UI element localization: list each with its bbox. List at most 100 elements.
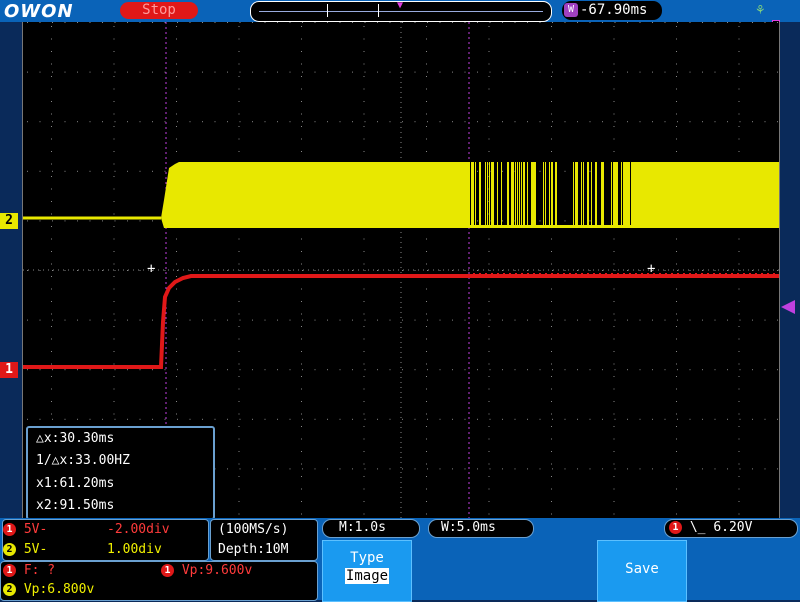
ch2-burst-line: [533, 162, 535, 228]
grid-dot: [652, 418, 653, 420]
grid-dot: [113, 138, 115, 140]
grid-dot: [414, 369, 416, 371]
grid-dot: [552, 270, 553, 271]
grid-dot: [464, 22, 466, 23]
grid-dot: [113, 363, 115, 365]
grid-dot: [613, 363, 615, 365]
grid-dot: [488, 26, 490, 27]
grid-dot: [363, 151, 365, 152]
grid-dot: [551, 401, 552, 402]
ch2-burst-line: [527, 162, 528, 228]
grid-dot: [539, 418, 541, 420]
grid-dot: [652, 121, 653, 123]
grid-dot: [339, 270, 341, 271]
grid-dot: [414, 468, 416, 470]
grid-dot: [652, 22, 653, 23]
grid-dot: [238, 51, 240, 52]
grid-dot: [488, 326, 490, 327]
grid-dot: [551, 288, 552, 290]
grid-dot: [589, 22, 591, 23]
grid-dot: [551, 263, 552, 265]
grid-dot: [488, 63, 490, 65]
grid-dot: [502, 121, 503, 123]
grid-dot: [352, 418, 353, 420]
grid-dot: [152, 418, 153, 420]
grid-dot: [488, 338, 490, 340]
grid-dot: [89, 71, 91, 73]
window-badge: W: [564, 3, 578, 17]
grid-dot: [152, 319, 153, 321]
grid-dot: [488, 438, 490, 440]
grid-dot: [427, 71, 428, 73]
grid-dot: [301, 476, 302, 477]
grid-dot: [426, 26, 427, 27]
grid-dot: [514, 418, 516, 420]
grid-dot: [714, 121, 716, 123]
meas-ch1-icon: 1: [3, 564, 16, 577]
type-menu-button[interactable]: Type Image: [322, 540, 412, 602]
grid-dot: [301, 38, 302, 40]
window-timebase-value: W:5.0ms: [441, 520, 496, 535]
grid-dot: [113, 413, 115, 415]
grid-dot: [488, 151, 490, 152]
grid-dot: [426, 438, 427, 440]
grid-dot: [52, 22, 53, 23]
grid-dot: [301, 376, 302, 377]
ch1-offset: -2.00div: [107, 522, 170, 537]
grid-dot: [377, 71, 378, 73]
ch2-burst-line: [513, 162, 514, 228]
ch1-ground-marker[interactable]: 1: [0, 362, 18, 378]
grid-dot: [764, 270, 766, 271]
grid-dot: [176, 113, 177, 115]
grid-dot: [127, 220, 128, 222]
grid-dot: [551, 426, 552, 427]
grid-dot: [527, 369, 528, 371]
grid-dot: [738, 51, 740, 52]
grid-dot: [363, 76, 365, 77]
grid-dot: [489, 22, 491, 23]
grid-dot: [363, 238, 365, 240]
grid-dot: [676, 376, 677, 377]
ch2-ground-marker[interactable]: 2: [0, 213, 18, 229]
grid-dot: [176, 126, 177, 127]
grid-dot: [502, 319, 503, 321]
grid-dot: [402, 418, 403, 420]
grid-dot: [176, 338, 177, 340]
grid-dot: [127, 71, 128, 73]
grid-dot: [589, 270, 591, 271]
grid-dot: [177, 319, 178, 321]
grid-dot: [363, 88, 365, 90]
grid-dot: [677, 71, 678, 73]
grid-dot: [602, 468, 603, 470]
grid-dot: [227, 369, 228, 371]
grid-dot: [777, 121, 778, 123]
grid-dot: [614, 22, 616, 23]
grid-dot: [176, 288, 177, 290]
grid-dot: [426, 238, 427, 240]
grid-dot: [738, 26, 740, 27]
save-button[interactable]: Save: [597, 540, 687, 602]
ch2-burst-line: [613, 162, 615, 228]
grid-dot: [602, 418, 603, 420]
grid-dot: [363, 513, 365, 515]
trigger-level-arrow-icon[interactable]: [781, 300, 795, 314]
grid-dot: [514, 71, 516, 73]
grid-dot: [602, 369, 603, 371]
grid-dot: [339, 418, 341, 420]
run-stop-indicator[interactable]: Stop: [120, 2, 198, 19]
grid-dot: [51, 301, 52, 302]
grid-dot: [176, 376, 177, 377]
grid-dot: [301, 451, 302, 452]
grid-dot: [176, 151, 177, 152]
grid-dot: [577, 369, 578, 371]
ch1-ripple-tick: [611, 273, 613, 275]
grid-dot: [426, 88, 427, 90]
grid-dot: [677, 22, 678, 23]
ch1-ripple-tick: [707, 273, 709, 275]
grid-dot: [302, 418, 303, 420]
main-timebase-value: M:1.0s: [339, 520, 386, 535]
grid-dot: [301, 26, 302, 27]
grid-dot: [51, 163, 52, 165]
grid-dot: [64, 418, 66, 420]
grid-dot: [27, 121, 28, 123]
